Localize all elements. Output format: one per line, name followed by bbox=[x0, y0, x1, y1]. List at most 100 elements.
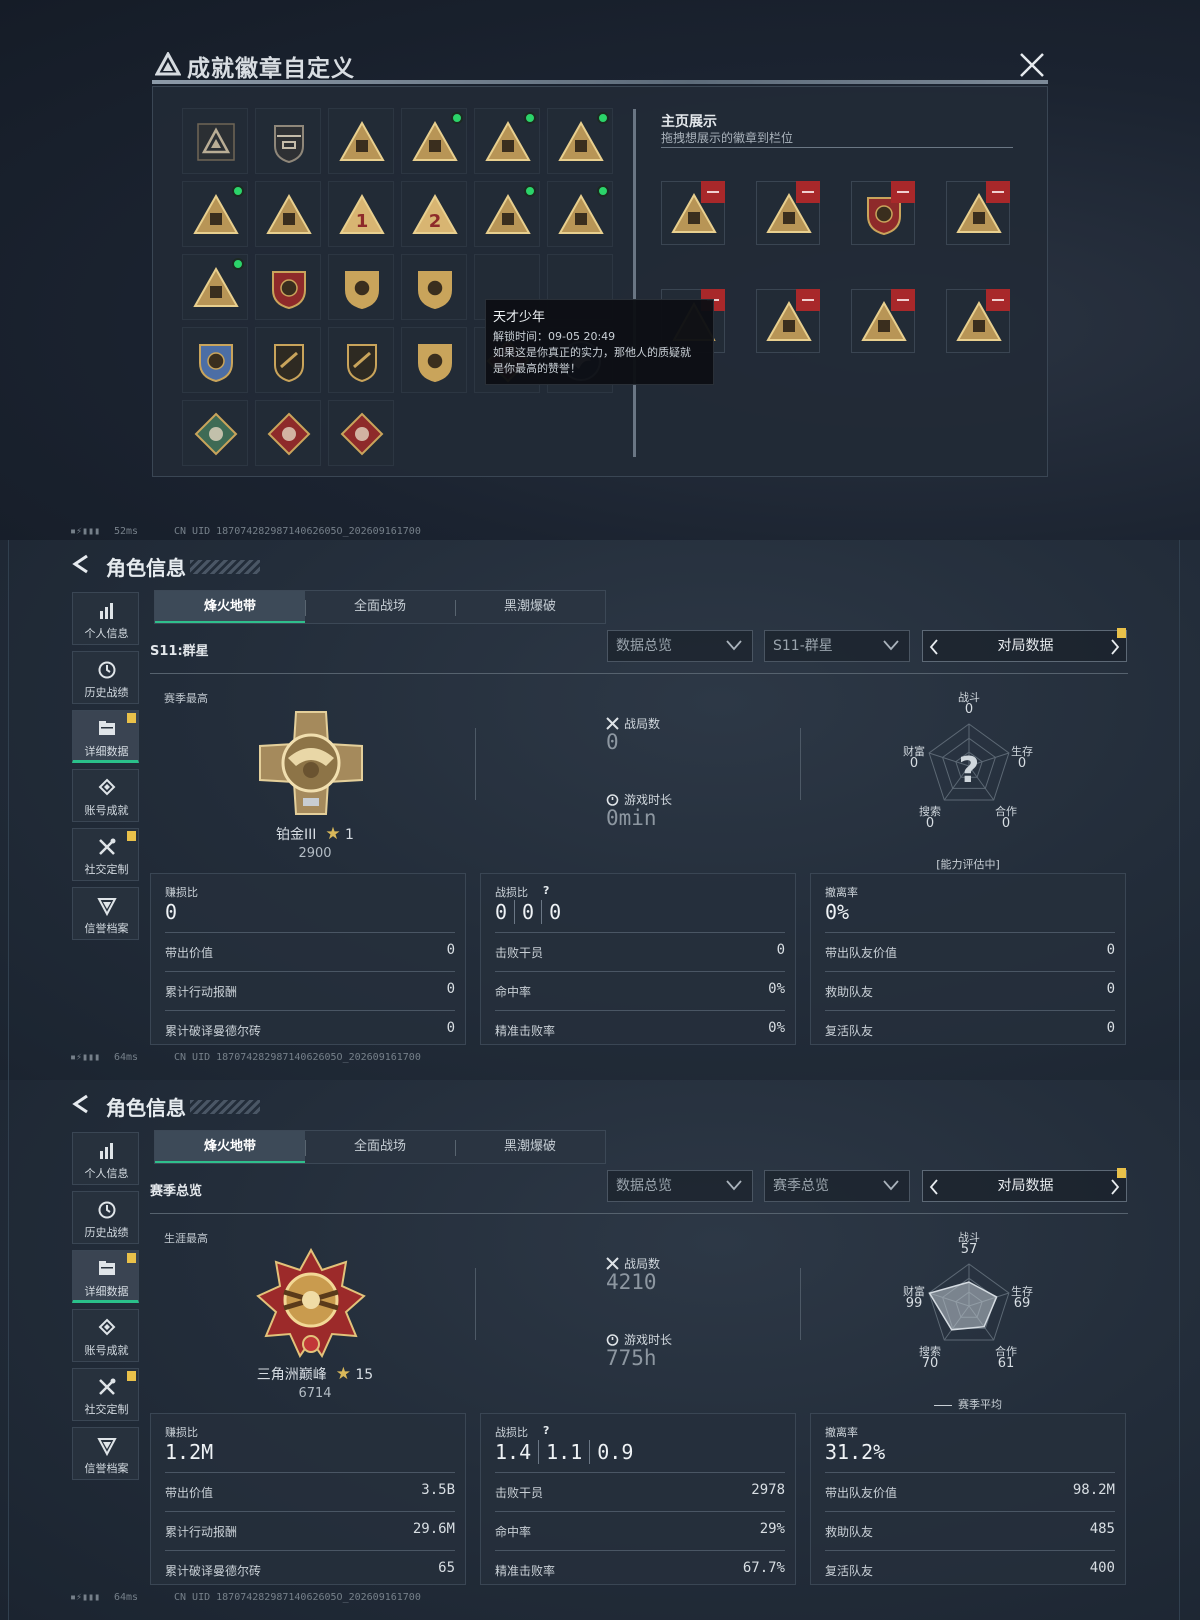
badge-cell[interactable] bbox=[255, 181, 321, 247]
sidebar-item-1[interactable]: 历史战绩 bbox=[72, 1191, 139, 1244]
radar-value: 0 bbox=[1017, 756, 1027, 771]
tooltip-description-line-1: 如果这是你真正的实力，那他人的质疑就 bbox=[493, 346, 691, 359]
display-slot[interactable] bbox=[946, 181, 1010, 245]
radar-data-polygon bbox=[928, 1281, 998, 1331]
tab-full-battlefield[interactable]: 全面战场 bbox=[305, 591, 455, 623]
radar-value: 99 bbox=[905, 1296, 923, 1311]
stat-row-label: 带出队友价值 bbox=[825, 1486, 898, 1500]
badge-cell[interactable] bbox=[182, 327, 248, 393]
badge-cell[interactable] bbox=[547, 108, 613, 174]
remove-badge-button[interactable] bbox=[796, 181, 820, 203]
badge-cell[interactable]: 1 bbox=[328, 181, 394, 247]
radar-value: 0 bbox=[964, 702, 974, 717]
profit-card: 赚损比 1.2M 带出价值 3.5B 累计行动报酬 29.6M 累计破译曼德尔砖 65 bbox=[150, 1413, 466, 1585]
remove-badge-button[interactable] bbox=[701, 181, 725, 203]
sidebar-item-label: 账号成就 bbox=[84, 804, 129, 817]
badge-cell[interactable] bbox=[182, 108, 248, 174]
homepage-divider bbox=[661, 147, 1013, 148]
sidebar-item-2[interactable]: 详细数据 bbox=[72, 710, 139, 763]
data-overview-dropdown[interactable]: 数据总览 bbox=[607, 630, 753, 662]
rank-stars: 15 bbox=[355, 1367, 374, 1383]
match-data-button[interactable]: 对局数据 bbox=[922, 628, 1127, 662]
remove-badge-button[interactable] bbox=[986, 181, 1010, 203]
tab-black-tide[interactable]: 黑潮爆破 bbox=[455, 1131, 605, 1163]
remove-badge-button[interactable] bbox=[796, 289, 820, 311]
svg-text:1: 1 bbox=[356, 211, 369, 232]
sidebar-item-0[interactable]: 个人信息 bbox=[72, 592, 139, 645]
section-divider bbox=[800, 1268, 801, 1340]
badge-cell[interactable] bbox=[255, 254, 321, 320]
match-data-button[interactable]: 对局数据 bbox=[922, 1168, 1127, 1202]
badge-cell[interactable] bbox=[182, 400, 248, 466]
badge-cell[interactable]: 2 bbox=[401, 181, 467, 247]
chevron-right-icon[interactable] bbox=[1110, 1179, 1120, 1195]
badge-cell[interactable] bbox=[328, 254, 394, 320]
display-slot[interactable] bbox=[851, 181, 915, 245]
rank-score: 2900 bbox=[298, 846, 332, 861]
kd-value: 0 bbox=[541, 900, 568, 924]
card-main-value: 1.2M bbox=[165, 1440, 214, 1464]
sidebar-item-3[interactable]: 账号成就 bbox=[72, 1309, 139, 1362]
tab-full-battlefield[interactable]: 全面战场 bbox=[305, 1131, 455, 1163]
stopwatch-icon bbox=[606, 794, 619, 806]
sidebar-item-label: 社交定制 bbox=[84, 1403, 129, 1416]
sidebar-item-0[interactable]: 个人信息 bbox=[72, 1132, 139, 1185]
sidebar-item-1[interactable]: 历史战绩 bbox=[72, 651, 139, 704]
rank-title: 三角洲巅峰 bbox=[256, 1367, 327, 1383]
sidebar-item-4[interactable]: 社交定制 bbox=[72, 828, 139, 881]
badge-cell[interactable] bbox=[182, 254, 248, 320]
badge-cell[interactable] bbox=[255, 327, 321, 393]
badge-cell[interactable] bbox=[401, 327, 467, 393]
back-arrow-icon[interactable] bbox=[72, 554, 90, 574]
new-indicator-dot bbox=[232, 185, 244, 197]
playtime-value: 0min bbox=[606, 806, 657, 830]
badge-cell[interactable] bbox=[474, 181, 540, 247]
season-dropdown[interactable]: S11-群星 bbox=[764, 630, 910, 662]
help-icon[interactable]: ? bbox=[543, 1424, 549, 1437]
card-label: 战损比 bbox=[495, 886, 528, 899]
stat-row-value: 0 bbox=[1106, 981, 1115, 997]
remove-badge-button[interactable] bbox=[891, 289, 915, 311]
badge-cell[interactable] bbox=[547, 181, 613, 247]
remove-badge-button[interactable] bbox=[986, 289, 1010, 311]
display-slot[interactable] bbox=[851, 289, 915, 353]
stat-row-value: 2978 bbox=[751, 1482, 785, 1498]
sidebar-item-5[interactable]: 信誉档案 bbox=[72, 1427, 139, 1480]
help-icon[interactable]: ? bbox=[543, 884, 549, 897]
sidebar-item-2[interactable]: 详细数据 bbox=[72, 1250, 139, 1303]
sidebar-item-4[interactable]: 社交定制 bbox=[72, 1368, 139, 1421]
season-dropdown[interactable]: 赛季总览 bbox=[764, 1170, 910, 1202]
clock-icon bbox=[98, 661, 116, 679]
close-icon[interactable] bbox=[1018, 51, 1046, 79]
badge-cell[interactable] bbox=[401, 108, 467, 174]
sidebar-item-5[interactable]: 信誉档案 bbox=[72, 887, 139, 940]
match-data-label: 对局数据 bbox=[997, 638, 1054, 654]
tab-warzone[interactable]: 烽火地带 bbox=[155, 591, 305, 623]
badge-cell[interactable] bbox=[401, 254, 467, 320]
radar-label-combat: 战斗 0 bbox=[947, 692, 991, 717]
uid-text: CN UID 18707428298714062605O_20260916170… bbox=[174, 526, 421, 537]
badge-cell[interactable] bbox=[182, 181, 248, 247]
chevron-right-icon[interactable] bbox=[1110, 639, 1120, 655]
radar-value: 70 bbox=[921, 1356, 939, 1371]
badge-cell[interactable] bbox=[255, 400, 321, 466]
data-overview-dropdown[interactable]: 数据总览 bbox=[607, 1170, 753, 1202]
badge-cell[interactable] bbox=[328, 327, 394, 393]
badge-cell[interactable] bbox=[255, 108, 321, 174]
tab-warzone[interactable]: 烽火地带 bbox=[155, 1131, 305, 1163]
display-slot[interactable] bbox=[661, 181, 725, 245]
tab-black-tide[interactable]: 黑潮爆破 bbox=[455, 591, 605, 623]
badge-cell[interactable] bbox=[328, 400, 394, 466]
medal-icon bbox=[98, 1318, 116, 1336]
badge-cell[interactable] bbox=[328, 108, 394, 174]
ability-radar-chart: 战斗 0 生存 0 合作 0 搜索 0 财富 0 ? bbox=[884, 690, 1054, 862]
back-arrow-icon[interactable] bbox=[72, 1094, 90, 1114]
display-slot[interactable] bbox=[756, 181, 820, 245]
badge-cell[interactable] bbox=[474, 108, 540, 174]
display-slot[interactable] bbox=[756, 289, 820, 353]
card-label: 赚损比 bbox=[165, 1426, 198, 1439]
remove-badge-button[interactable] bbox=[891, 181, 915, 203]
sidebar-item-3[interactable]: 账号成就 bbox=[72, 769, 139, 822]
scrollbar[interactable] bbox=[633, 109, 636, 457]
display-slot[interactable] bbox=[946, 289, 1010, 353]
